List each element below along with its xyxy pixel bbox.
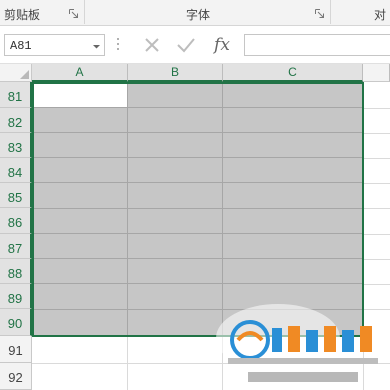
column-header-d[interactable] xyxy=(363,64,390,82)
check-icon xyxy=(177,38,195,53)
ribbon-group-alignment-label: 对 xyxy=(374,8,387,22)
gridline xyxy=(363,234,390,235)
gridline xyxy=(363,108,390,109)
row-header-90[interactable]: 90 xyxy=(0,309,32,336)
select-all-icon xyxy=(20,70,29,79)
row-header-81[interactable]: 81 xyxy=(0,82,32,108)
row-header-89[interactable]: 89 xyxy=(0,284,32,309)
column-header-c[interactable]: C xyxy=(223,64,363,82)
formula-input[interactable] xyxy=(244,34,390,56)
gridline xyxy=(127,336,128,390)
cancel-button[interactable] xyxy=(140,34,164,56)
ribbon-separator xyxy=(84,0,85,24)
name-box-value: A81 xyxy=(10,39,32,53)
row-number: 89 xyxy=(7,291,23,306)
formula-bar: A81 fx xyxy=(0,26,390,64)
row-number: 84 xyxy=(7,165,23,180)
row-header-87[interactable]: 87 xyxy=(0,234,32,259)
row-number: 86 xyxy=(7,215,23,230)
column-header-b[interactable]: B xyxy=(128,64,223,82)
row-number: 83 xyxy=(7,140,23,155)
row-number: 87 xyxy=(7,241,23,256)
drag-handle-icon[interactable] xyxy=(116,36,120,52)
gridline xyxy=(363,133,390,134)
row-number: 92 xyxy=(8,370,23,385)
row-header-85[interactable]: 85 xyxy=(0,183,32,208)
gridline xyxy=(363,284,390,285)
row-header-84[interactable]: 84 xyxy=(0,158,32,183)
row-header-83[interactable]: 83 xyxy=(0,133,32,158)
row-header-88[interactable]: 88 xyxy=(0,259,32,284)
ribbon-group-font-label: 字体 xyxy=(186,8,211,22)
gridline xyxy=(363,208,390,209)
chevron-down-icon[interactable] xyxy=(92,40,101,49)
row-number: 88 xyxy=(7,266,23,281)
row-number: 81 xyxy=(7,89,23,104)
row-header-92[interactable]: 92 xyxy=(0,363,32,390)
gridline xyxy=(363,259,390,260)
insert-function-button[interactable]: fx xyxy=(210,34,234,56)
dialog-launcher-icon[interactable] xyxy=(315,9,324,18)
row-number: 91 xyxy=(8,343,23,358)
ribbon-group-labels: 剪贴板 字体 对 xyxy=(0,0,390,26)
row-header-91[interactable]: 91 xyxy=(0,336,32,363)
close-icon xyxy=(145,38,159,52)
row-number: 82 xyxy=(7,115,23,130)
row-header-86[interactable]: 86 xyxy=(0,208,32,234)
row-header-82[interactable]: 82 xyxy=(0,108,32,133)
row-number: 85 xyxy=(7,190,23,205)
dialog-launcher-icon[interactable] xyxy=(69,9,78,18)
ribbon-separator xyxy=(330,0,331,24)
gridline xyxy=(363,183,390,184)
enter-button[interactable] xyxy=(174,34,198,56)
column-header-a[interactable]: A xyxy=(32,64,128,82)
row-number: 90 xyxy=(7,316,23,331)
gridline xyxy=(363,158,390,159)
function-icon: fx xyxy=(214,35,230,55)
select-all-button[interactable] xyxy=(0,64,32,82)
name-box[interactable]: A81 xyxy=(4,34,105,56)
watermark-logo xyxy=(208,296,390,390)
ribbon-group-clipboard-label: 剪贴板 xyxy=(4,8,41,22)
